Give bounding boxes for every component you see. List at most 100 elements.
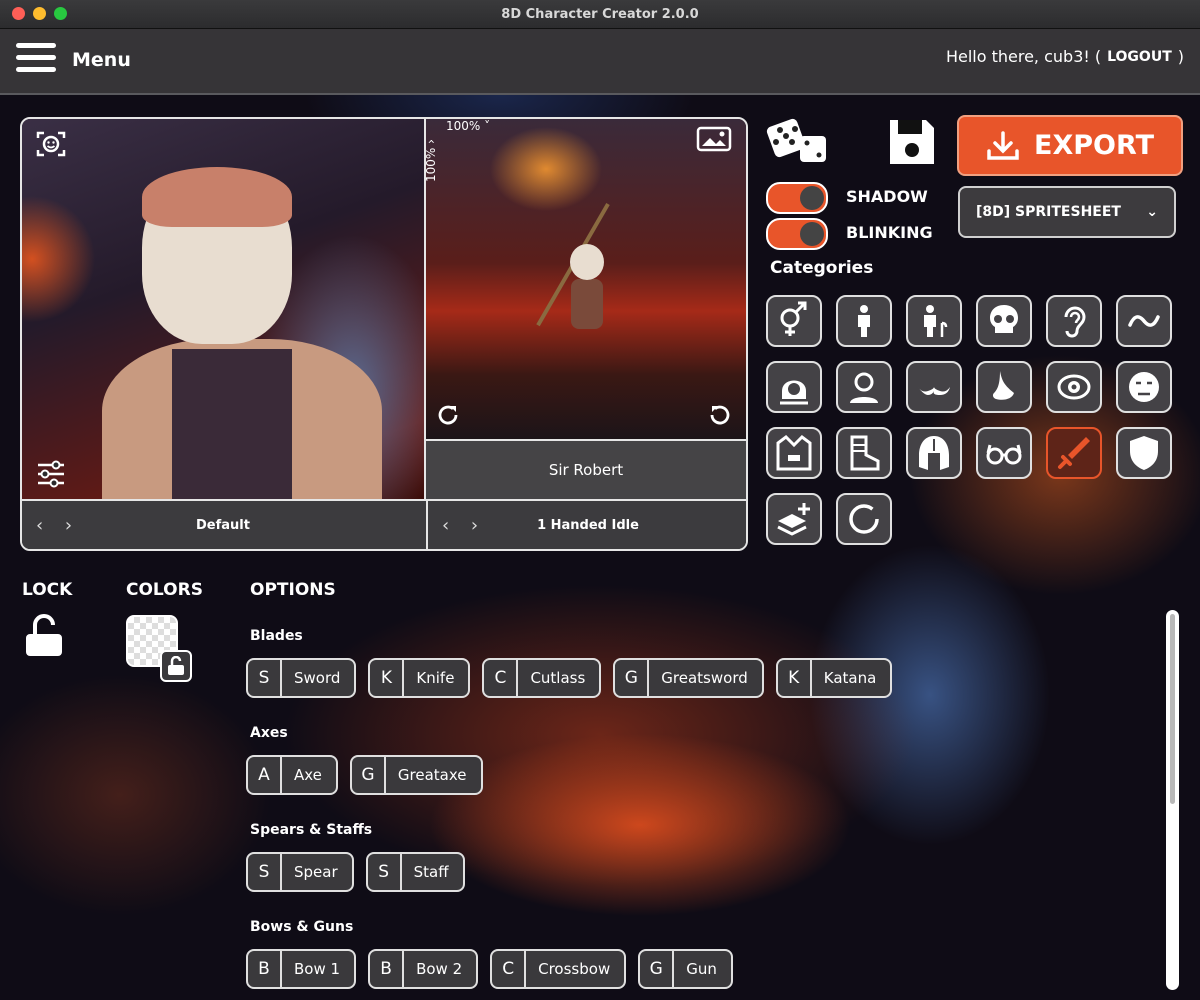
option-button[interactable]: A Axe	[246, 755, 338, 795]
shirt-icon	[776, 435, 812, 471]
rotate-right-icon[interactable]	[436, 403, 460, 427]
option-name: Bow 1	[294, 960, 341, 978]
option-button[interactable]: B Bow 2	[368, 949, 479, 989]
tail-icon	[1128, 315, 1160, 327]
close-window-button[interactable]	[12, 7, 25, 20]
menu-label[interactable]: Menu	[72, 49, 131, 71]
ear-icon	[1064, 306, 1086, 338]
lock-open-icon	[168, 656, 184, 675]
lock-title: LOCK	[22, 580, 73, 600]
mustache-icon	[918, 387, 950, 395]
option-name: Spear	[294, 863, 338, 881]
sprite-head	[570, 244, 604, 280]
age-icon	[924, 305, 948, 337]
body-icon	[858, 305, 870, 337]
greeting-text: Hello there, cub3! (	[945, 47, 1102, 66]
options-scrollbar[interactable]	[1166, 610, 1179, 990]
category-head[interactable]	[836, 361, 892, 413]
sliders-icon[interactable]	[36, 460, 66, 488]
color-lock-button[interactable]	[160, 650, 192, 682]
option-row: A Axe G Greataxe	[246, 755, 483, 795]
export-format-select[interactable]: [8D] SPRITESHEET ⌄	[958, 186, 1176, 238]
blinking-label: BLINKING	[846, 223, 933, 242]
option-button[interactable]: B Bow 1	[246, 949, 357, 989]
category-add-layer[interactable]	[766, 493, 822, 545]
option-name: Bow 2	[416, 960, 463, 978]
viewer-bottom-bar: ‹ › Default ‹ › 1 Handed Idle	[22, 499, 746, 549]
pose-prev-next-icon[interactable]: ‹ ›	[36, 515, 80, 536]
category-tail[interactable]	[1116, 295, 1172, 347]
option-name: Crossbow	[538, 960, 611, 978]
portrait-tunic	[172, 349, 292, 509]
option-button[interactable]: C Crossbow	[490, 949, 627, 989]
category-eyes[interactable]	[1046, 361, 1102, 413]
hamburger-menu-icon[interactable]	[16, 43, 56, 77]
option-key: C	[484, 660, 519, 696]
zoom-horizontal-dropdown[interactable]: 100% ˅	[446, 119, 490, 133]
option-name: Gun	[686, 960, 717, 978]
option-button[interactable]: G Gun	[638, 949, 733, 989]
zoom-vertical-dropdown[interactable]: 100% ›	[424, 139, 438, 182]
option-button[interactable]: S Spear	[246, 852, 354, 892]
window-controls	[12, 7, 67, 20]
user-greeting: Hello there, cub3! ( LOGOUT )	[946, 47, 1184, 66]
logout-button[interactable]: LOGOUT	[1107, 49, 1172, 65]
category-boots[interactable]	[836, 427, 892, 479]
category-expression[interactable]	[1116, 361, 1172, 413]
skull-icon	[990, 305, 1018, 333]
option-button[interactable]: G Greatsword	[613, 658, 764, 698]
option-group-title: Spears & Staffs	[250, 822, 373, 838]
category-facial-hair[interactable]	[906, 361, 962, 413]
category-glasses[interactable]	[976, 427, 1032, 479]
export-button[interactable]: EXPORT	[957, 115, 1183, 176]
category-loading[interactable]	[836, 493, 892, 545]
option-name: Katana	[823, 669, 877, 687]
boot-icon	[850, 435, 880, 471]
option-key: G	[615, 660, 650, 696]
option-button[interactable]: K Knife	[368, 658, 471, 698]
category-shield[interactable]	[1116, 427, 1172, 479]
save-icon[interactable]	[886, 116, 938, 168]
category-age[interactable]	[906, 295, 962, 347]
reset-rotation-icon[interactable]	[708, 403, 732, 427]
category-nose[interactable]	[976, 361, 1032, 413]
minimize-window-button[interactable]	[33, 7, 46, 20]
sprite-preview	[426, 119, 746, 439]
blinking-toggle[interactable]	[766, 218, 828, 250]
option-name: Axe	[294, 766, 322, 784]
shadow-toggle[interactable]	[766, 182, 828, 214]
portrait-pose-label: Default	[196, 517, 250, 533]
lock-open-icon[interactable]	[24, 614, 64, 658]
option-key: S	[248, 660, 282, 696]
eye-icon	[1057, 374, 1091, 400]
category-body[interactable]	[836, 295, 892, 347]
shadow-label: SHADOW	[846, 187, 928, 206]
option-button[interactable]: G Greataxe	[349, 755, 483, 795]
category-ears[interactable]	[1046, 295, 1102, 347]
option-button[interactable]: S Staff	[365, 852, 465, 892]
option-name: Cutlass	[530, 669, 586, 687]
animation-prev-next-icon[interactable]: ‹ ›	[442, 515, 486, 536]
category-skull[interactable]	[976, 295, 1032, 347]
option-button[interactable]: S Sword	[246, 658, 357, 698]
maximize-window-button[interactable]	[54, 7, 67, 20]
export-format-value: [8D] SPRITESHEET	[976, 204, 1121, 220]
app-header: Menu Hello there, cub3! ( LOGOUT )	[0, 29, 1200, 95]
character-name[interactable]: Sir Robert	[426, 439, 746, 499]
nose-icon	[992, 371, 1014, 400]
portrait-pose-nav: ‹ › Default	[22, 501, 424, 549]
option-button[interactable]: C Cutlass	[482, 658, 602, 698]
randomize-dice-icon[interactable]	[764, 116, 830, 168]
background-image-icon[interactable]	[696, 126, 732, 152]
option-button[interactable]: K Katana	[775, 658, 893, 698]
category-gender[interactable]	[766, 295, 822, 347]
category-clothing[interactable]	[766, 427, 822, 479]
category-helmet[interactable]	[906, 427, 962, 479]
option-key: G	[352, 757, 386, 793]
category-hair[interactable]	[766, 361, 822, 413]
category-weapons[interactable]	[1046, 427, 1102, 479]
layers-add-icon	[777, 503, 810, 536]
chevron-down-icon: ⌄	[1146, 204, 1158, 220]
face-scan-icon[interactable]	[36, 130, 66, 158]
scrollbar-thumb[interactable]	[1170, 614, 1175, 804]
